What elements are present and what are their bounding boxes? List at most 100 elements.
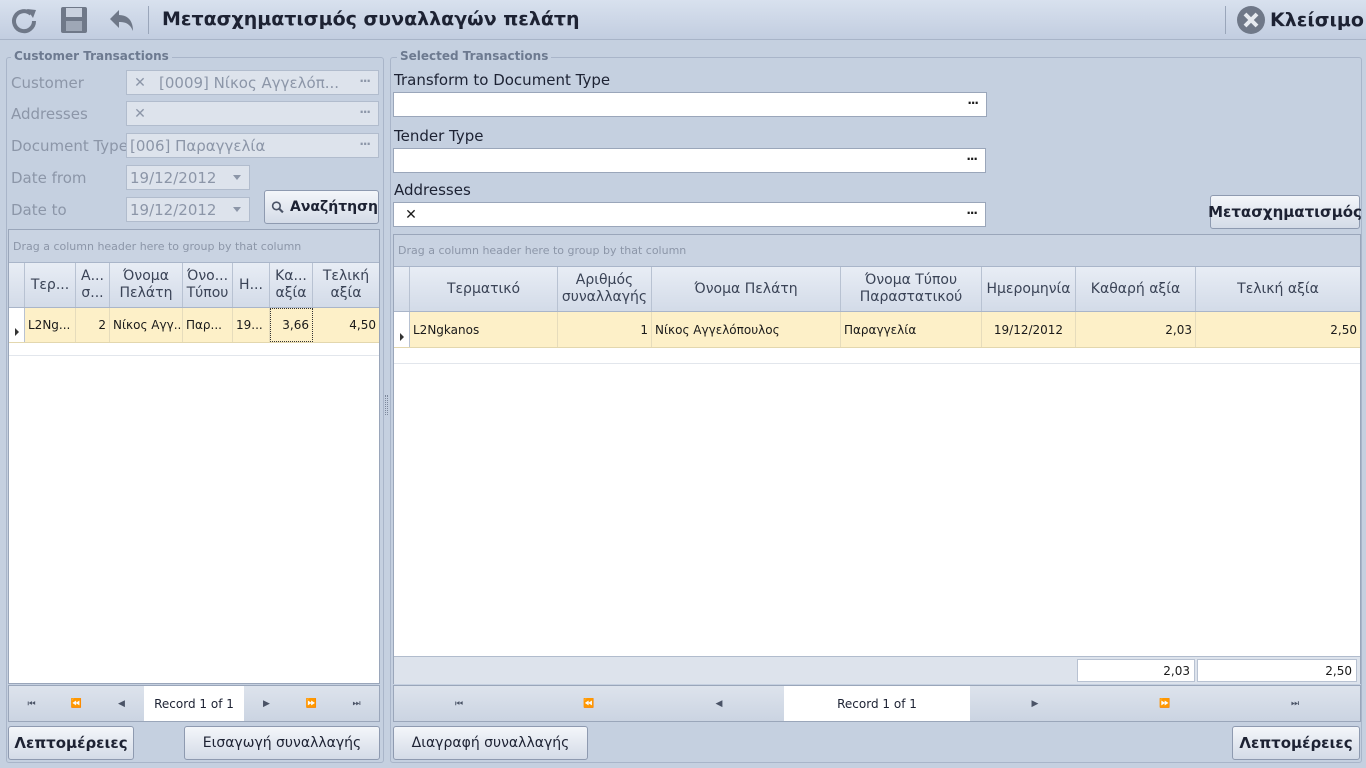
- search-label: Αναζήτηση: [290, 199, 378, 215]
- date-to-label: Date to: [11, 201, 67, 219]
- grid-summary-footer: 2,03 2,50: [394, 656, 1360, 684]
- window-title: Μετασχηματισμός συναλλαγών πελάτη: [162, 8, 580, 30]
- column-header[interactable]: Αριθμός συναλλαγής: [558, 267, 652, 311]
- right-record-navigator: ⏮ ⏪ ◀ Record 1 of 1 ▶ ⏩ ⏭: [393, 685, 1361, 722]
- close-icon: [1237, 6, 1265, 34]
- cell-document-type[interactable]: Παραγγελία: [841, 312, 982, 347]
- next-page-icon[interactable]: ⏩: [289, 686, 334, 721]
- clear-icon[interactable]: ✕: [394, 207, 428, 223]
- column-header[interactable]: Τελική αξία: [313, 263, 379, 307]
- save-icon[interactable]: [58, 4, 90, 36]
- header-indicator: [394, 267, 410, 311]
- first-record-icon[interactable]: ⏮: [9, 686, 54, 721]
- next-page-icon[interactable]: ⏩: [1100, 686, 1230, 721]
- next-record-icon[interactable]: ▶: [970, 686, 1100, 721]
- clear-icon[interactable]: ✕: [127, 75, 153, 91]
- ellipsis-icon[interactable]: ···: [967, 96, 979, 110]
- cell-total-value[interactable]: 2,50: [1196, 312, 1360, 347]
- cell-net-value[interactable]: 2,03: [1076, 312, 1196, 347]
- close-label: Κλείσιμο: [1270, 9, 1364, 31]
- column-header[interactable]: Κα... αξία: [270, 263, 313, 307]
- ellipsis-icon[interactable]: ···: [966, 152, 978, 166]
- customer-field[interactable]: ✕ [0009] Νίκος Αγγελόπ... ···: [126, 70, 379, 95]
- selected-transactions-grid: Drag a column header here to group by th…: [393, 234, 1361, 684]
- chevron-down-icon[interactable]: [233, 175, 241, 180]
- left-details-button[interactable]: Λεπτομέρειες: [8, 726, 134, 760]
- ellipsis-icon[interactable]: ···: [966, 206, 978, 220]
- column-header[interactable]: Όνομα Πελάτη: [110, 263, 183, 307]
- document-type-field[interactable]: [006] Παραγγελία ···: [126, 133, 379, 158]
- column-header[interactable]: Τελική αξία: [1196, 267, 1360, 311]
- column-header[interactable]: Η...: [233, 263, 270, 307]
- left-record-navigator: ⏮ ⏪ ◀ Record 1 of 1 ▶ ⏩ ⏭: [8, 685, 380, 722]
- record-indicator: Record 1 of 1: [144, 686, 244, 721]
- date-from-field[interactable]: 19/12/2012: [126, 165, 250, 190]
- undo-icon[interactable]: [104, 4, 136, 36]
- column-header[interactable]: Τερματικό: [410, 267, 558, 311]
- close-button[interactable]: Κλείσιμο: [1236, 4, 1364, 36]
- ellipsis-icon[interactable]: ···: [359, 105, 371, 119]
- previous-page-icon[interactable]: ⏪: [54, 686, 99, 721]
- previous-page-icon[interactable]: ⏪: [524, 686, 654, 721]
- right-details-button[interactable]: Λεπτομέρειες: [1232, 726, 1360, 760]
- search-button[interactable]: Αναζήτηση: [264, 190, 379, 224]
- first-record-icon[interactable]: ⏮: [394, 686, 524, 721]
- column-header[interactable]: Όνο... Τύπου: [183, 263, 233, 307]
- grid-header: Τερ... Α... σ... Όνομα Πελάτη Όνο... Τύπ…: [9, 263, 379, 308]
- date-from-label: Date from: [11, 169, 87, 187]
- toolbar-separator: [1225, 6, 1226, 34]
- column-header[interactable]: Καθαρή αξία: [1076, 267, 1196, 311]
- cell-date[interactable]: 19...: [233, 308, 270, 342]
- title-bar: Μετασχηματισμός συναλλαγών πελάτη Κλείσι…: [0, 0, 1366, 40]
- column-header[interactable]: Τερ...: [25, 263, 76, 307]
- tender-type-field[interactable]: ···: [393, 148, 986, 173]
- transform-button[interactable]: Μετασχηματισμός: [1208, 195, 1362, 229]
- toolbar-separator: [148, 6, 149, 34]
- delete-transaction-button[interactable]: Διαγραφή συναλλαγής: [393, 726, 588, 760]
- ellipsis-icon[interactable]: ···: [359, 137, 371, 151]
- cell-customer-name[interactable]: Νίκος Αγγελόπουλος: [652, 312, 841, 347]
- new-row[interactable]: [394, 348, 1360, 364]
- cell-date[interactable]: 19/12/2012: [982, 312, 1076, 347]
- ellipsis-icon[interactable]: ···: [359, 74, 371, 88]
- cell-net-value[interactable]: 3,66: [270, 308, 313, 342]
- insert-transaction-button[interactable]: Εισαγωγή συναλλαγής: [184, 726, 380, 760]
- clear-icon[interactable]: ✕: [127, 106, 153, 122]
- column-header[interactable]: Ημερομηνία: [982, 267, 1076, 311]
- summary-net-value: 2,03: [1077, 659, 1195, 682]
- cell-terminal[interactable]: L2Ng...: [25, 308, 76, 342]
- group-panel: Drag a column header here to group by th…: [9, 230, 379, 263]
- row-indicator: [394, 312, 410, 347]
- cell-terminal[interactable]: L2Ngkanos: [410, 312, 558, 347]
- right-addresses-label: Addresses: [394, 181, 471, 199]
- transform-doc-type-field[interactable]: ···: [393, 92, 987, 117]
- table-row[interactable]: L2Ngkanos 1 Νίκος Αγγελόπουλος Παραγγελί…: [394, 312, 1360, 348]
- next-record-icon[interactable]: ▶: [244, 686, 289, 721]
- caret-right-icon: [399, 333, 404, 341]
- cell-transaction-number[interactable]: 2: [76, 308, 110, 342]
- column-header[interactable]: Όνομα Τύπου Παραστατικού: [841, 267, 982, 311]
- column-header[interactable]: Όνομα Πελάτη: [652, 267, 841, 311]
- document-type-label: Document Type: [11, 137, 128, 155]
- new-row[interactable]: [9, 343, 379, 356]
- document-type-value: [006] Παραγγελία: [130, 136, 266, 155]
- right-addresses-field[interactable]: ✕ ···: [393, 202, 986, 227]
- last-record-icon[interactable]: ⏭: [1230, 686, 1360, 721]
- column-header[interactable]: Α... σ...: [76, 263, 110, 307]
- cell-transaction-number[interactable]: 1: [558, 312, 652, 347]
- previous-record-icon[interactable]: ◀: [99, 686, 144, 721]
- grid-header: Τερματικό Αριθμός συναλλαγής Όνομα Πελάτ…: [394, 267, 1360, 312]
- table-row[interactable]: L2Ng... 2 Νίκος Αγγ... Παρ... 19... 3,66…: [9, 308, 379, 343]
- last-record-icon[interactable]: ⏭: [334, 686, 379, 721]
- group-panel: Drag a column header here to group by th…: [394, 235, 1360, 267]
- chevron-down-icon[interactable]: [233, 207, 241, 212]
- refresh-icon[interactable]: [8, 4, 40, 36]
- cell-total-value[interactable]: 4,50: [313, 308, 379, 342]
- panel-splitter[interactable]: [385, 395, 388, 415]
- cell-document-type[interactable]: Παρ...: [183, 308, 233, 342]
- previous-record-icon[interactable]: ◀: [654, 686, 784, 721]
- row-indicator: [9, 308, 25, 342]
- date-to-field[interactable]: 19/12/2012: [126, 197, 250, 222]
- cell-customer-name[interactable]: Νίκος Αγγ...: [110, 308, 183, 342]
- addresses-field[interactable]: ✕ ···: [126, 101, 379, 126]
